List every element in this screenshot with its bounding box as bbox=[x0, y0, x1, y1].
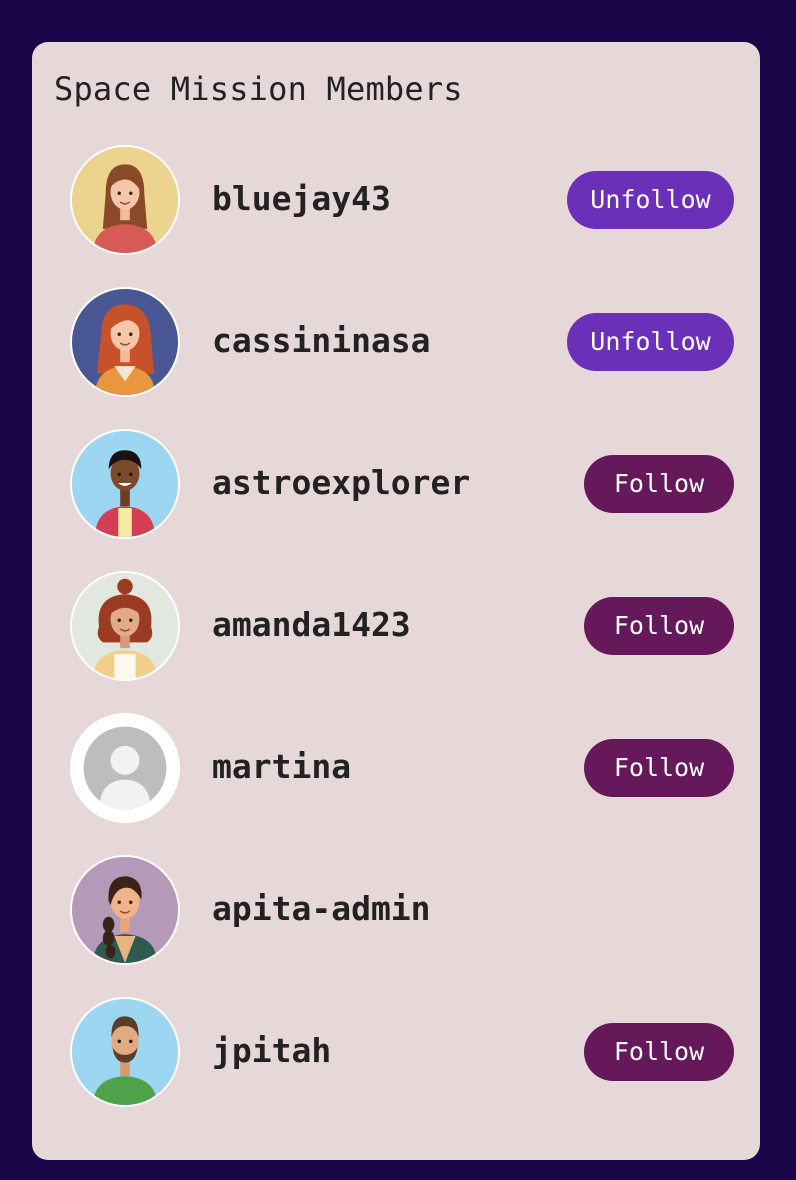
card-title: Space Mission Members bbox=[54, 70, 463, 108]
woman-red-hair-avatar[interactable] bbox=[70, 287, 180, 397]
member-row: martina Follow bbox=[32, 713, 760, 823]
avatar-image bbox=[72, 857, 178, 963]
member-username[interactable]: apita-admin bbox=[212, 889, 431, 928]
avatar-image bbox=[72, 431, 178, 537]
woman-long-brown-hair-avatar[interactable] bbox=[70, 145, 180, 255]
member-username[interactable]: cassininasa bbox=[212, 321, 431, 360]
member-username[interactable]: bluejay43 bbox=[212, 179, 391, 218]
follow-button[interactable]: Follow bbox=[584, 455, 734, 513]
member-username[interactable]: astroexplorer bbox=[212, 463, 470, 502]
follow-button[interactable]: Follow bbox=[584, 597, 734, 655]
avatar-image bbox=[72, 289, 178, 395]
follow-button[interactable]: Follow bbox=[584, 1023, 734, 1081]
man-curly-hair-avatar[interactable] bbox=[70, 429, 180, 539]
avatar-image bbox=[72, 999, 178, 1105]
member-row: astroexplorer Follow bbox=[32, 429, 760, 539]
member-row: jpitah Follow bbox=[32, 997, 760, 1107]
member-row: cassininasa Unfollow bbox=[32, 287, 760, 397]
man-beard-avatar[interactable] bbox=[70, 997, 180, 1107]
member-username[interactable]: amanda1423 bbox=[212, 605, 411, 644]
members-card: Space Mission Members bluejay43 Unfollow bbox=[32, 42, 760, 1160]
member-username[interactable]: jpitah bbox=[212, 1031, 331, 1070]
member-row: amanda1423 Follow bbox=[32, 571, 760, 681]
avatar-image bbox=[72, 573, 178, 679]
unfollow-button[interactable]: Unfollow bbox=[567, 313, 734, 371]
follow-button[interactable]: Follow bbox=[584, 739, 734, 797]
woman-braid-avatar[interactable] bbox=[70, 855, 180, 965]
unfollow-button[interactable]: Unfollow bbox=[567, 171, 734, 229]
avatar-image bbox=[72, 147, 178, 253]
avatar-image bbox=[72, 715, 178, 821]
member-row: bluejay43 Unfollow bbox=[32, 145, 760, 255]
default-user-avatar[interactable] bbox=[70, 713, 180, 823]
member-username[interactable]: martina bbox=[212, 747, 351, 786]
member-row: apita-admin bbox=[32, 855, 760, 965]
woman-curly-red-hair-avatar[interactable] bbox=[70, 571, 180, 681]
